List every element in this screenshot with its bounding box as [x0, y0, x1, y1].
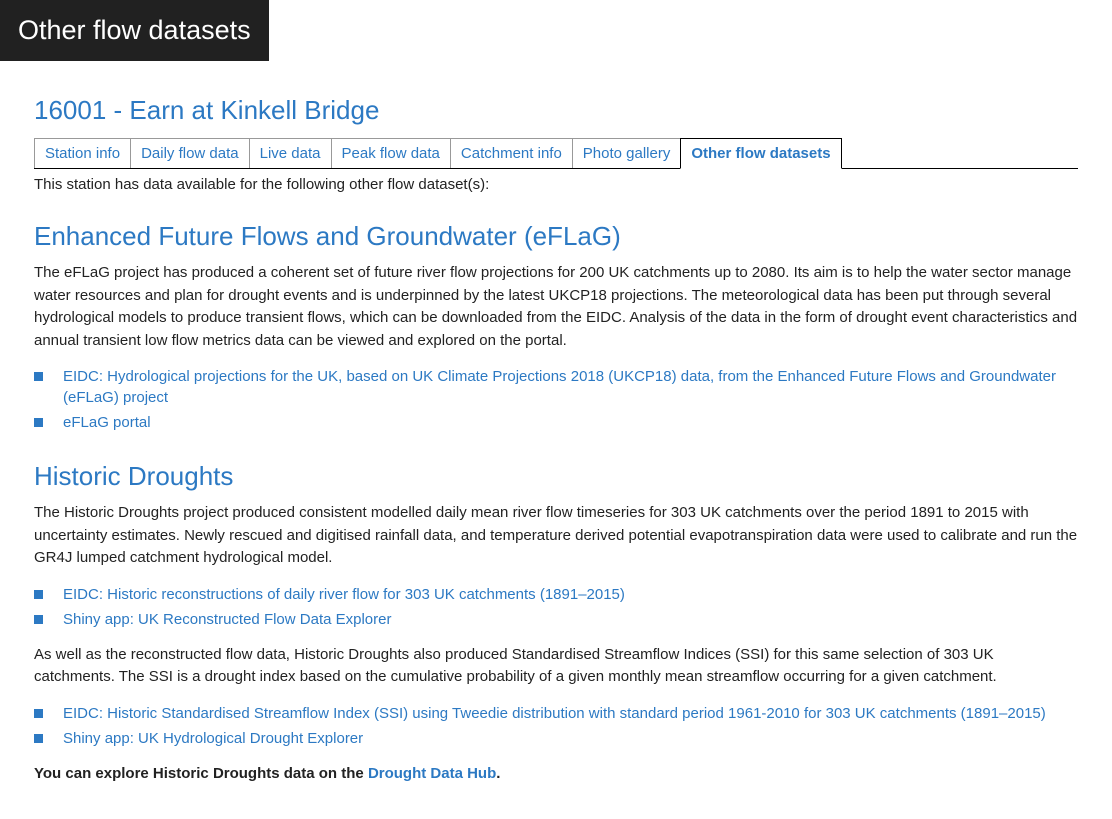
eflag-title: Enhanced Future Flows and Groundwater (e… [34, 221, 1078, 252]
tabs: Station info Daily flow data Live data P… [34, 138, 1078, 169]
final-suffix: . [496, 765, 500, 782]
eflag-link-eidc[interactable]: EIDC: Hydrological projections for the U… [63, 366, 1078, 408]
square-bullet-icon [34, 418, 43, 427]
historic-link-shiny-drought[interactable]: Shiny app: UK Hydrological Drought Explo… [63, 728, 363, 749]
list-item: EIDC: Historic reconstructions of daily … [34, 584, 1078, 605]
historic-link-eidc-ssi[interactable]: EIDC: Historic Standardised Streamflow I… [63, 703, 1046, 724]
main-content: 16001 - Earn at Kinkell Bridge Station i… [0, 61, 1112, 819]
square-bullet-icon [34, 590, 43, 599]
list-item: EIDC: Hydrological projections for the U… [34, 366, 1078, 408]
historic-links1: EIDC: Historic reconstructions of daily … [34, 584, 1078, 630]
tab-catchment-info[interactable]: Catchment info [450, 138, 573, 168]
tab-photo-gallery[interactable]: Photo gallery [572, 138, 682, 168]
historic-links2: EIDC: Historic Standardised Streamflow I… [34, 703, 1078, 749]
list-item: Shiny app: UK Hydrological Drought Explo… [34, 728, 1078, 749]
eflag-link-portal[interactable]: eFLaG portal [63, 412, 151, 433]
tab-station-info[interactable]: Station info [34, 138, 131, 168]
page-title: 16001 - Earn at Kinkell Bridge [34, 95, 1078, 126]
tab-other-flow-datasets[interactable]: Other flow datasets [680, 138, 841, 169]
square-bullet-icon [34, 709, 43, 718]
historic-final: You can explore Historic Droughts data o… [34, 763, 1078, 786]
historic-body2: As well as the reconstructed flow data, … [34, 644, 1078, 689]
list-item: eFLaG portal [34, 412, 1078, 433]
eflag-links: EIDC: Hydrological projections for the U… [34, 366, 1078, 433]
list-item: EIDC: Historic Standardised Streamflow I… [34, 703, 1078, 724]
eflag-body: The eFLaG project has produced a coheren… [34, 262, 1078, 352]
final-prefix: You can explore Historic Droughts data o… [34, 765, 368, 782]
historic-body1: The Historic Droughts project produced c… [34, 502, 1078, 570]
square-bullet-icon [34, 734, 43, 743]
square-bullet-icon [34, 372, 43, 381]
square-bullet-icon [34, 615, 43, 624]
list-item: Shiny app: UK Reconstructed Flow Data Ex… [34, 609, 1078, 630]
header-badge: Other flow datasets [0, 0, 269, 61]
drought-data-hub-link[interactable]: Drought Data Hub [368, 765, 496, 782]
intro-text: This station has data available for the … [34, 176, 1078, 193]
tab-peak-flow-data[interactable]: Peak flow data [331, 138, 451, 168]
tab-live-data[interactable]: Live data [249, 138, 332, 168]
historic-link-shiny-recon[interactable]: Shiny app: UK Reconstructed Flow Data Ex… [63, 609, 391, 630]
historic-title: Historic Droughts [34, 461, 1078, 492]
tab-daily-flow-data[interactable]: Daily flow data [130, 138, 250, 168]
historic-link-eidc-recon[interactable]: EIDC: Historic reconstructions of daily … [63, 584, 625, 605]
